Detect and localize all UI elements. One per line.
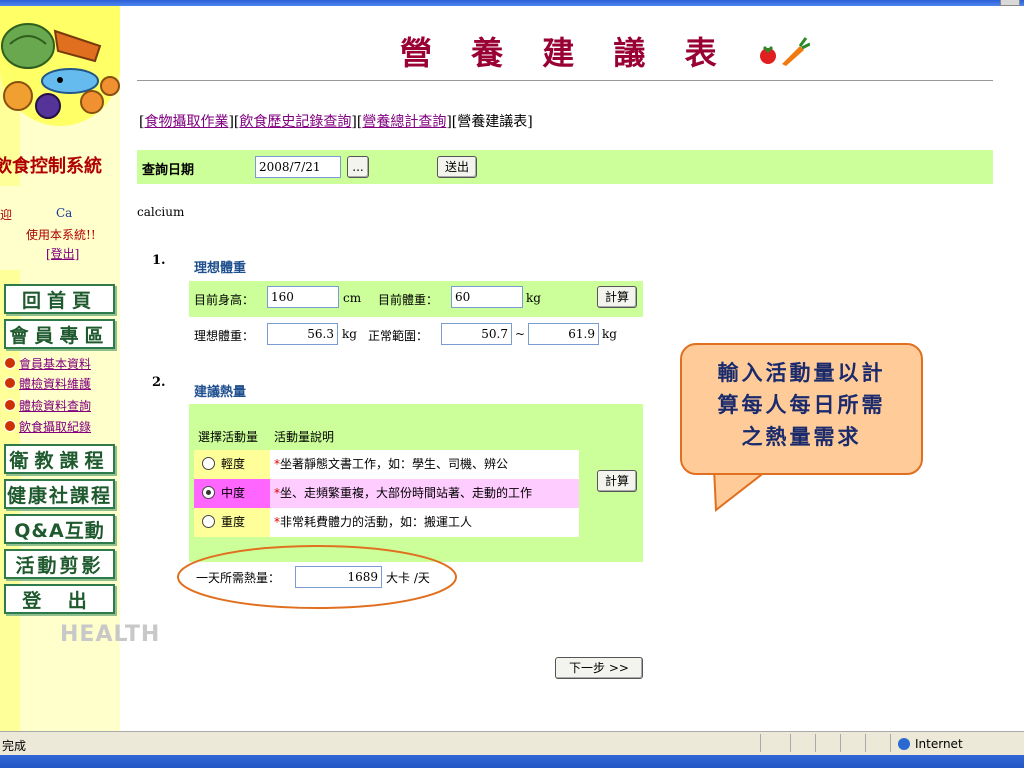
query-date-input[interactable]: 2008/7/21 xyxy=(255,156,341,178)
breadcrumb-nutrition-total[interactable]: 營養總計查詢 xyxy=(362,114,446,130)
nav-member-profile[interactable]: 會員基本資料 xyxy=(4,355,91,372)
height-input[interactable]: 160 xyxy=(267,286,339,308)
health-logo: HEALTH xyxy=(60,622,161,647)
divider xyxy=(137,80,993,81)
zone-label: Internet xyxy=(915,737,963,751)
height-label: 目前身高： xyxy=(194,293,255,307)
welcome-prefix: 迎 xyxy=(0,208,13,222)
activity-level-label: 重度 xyxy=(221,515,246,529)
nav-health-data-maintain[interactable]: 體檢資料維護 xyxy=(4,375,91,392)
range-label: 正常範圍： xyxy=(368,329,429,343)
range-unit: kg xyxy=(602,327,617,341)
window-control-button[interactable] xyxy=(1000,0,1020,6)
nav-activity-photos[interactable]: 活動剪影 xyxy=(4,549,115,579)
activity-description-header: 活動量說明 xyxy=(274,430,335,444)
activity-column-header: 選擇活動量 xyxy=(198,430,259,444)
nav-education-course[interactable]: 衛教課程 xyxy=(4,444,115,474)
weight-label: 目前體重： xyxy=(378,293,439,307)
ideal-weight-panel: 目前身高： 160 cm 目前體重： 60 kg 計算 xyxy=(189,281,643,317)
radio-heavy[interactable] xyxy=(202,515,215,528)
bullet-icon xyxy=(4,357,16,369)
activity-row-moderate[interactable]: 中度 *坐、走頻繁重複，大部份時間站著、走動的工作 xyxy=(194,479,579,508)
ideal-weight-label: 理想體重： xyxy=(194,329,255,343)
weight-unit: kg xyxy=(526,291,541,305)
nav-diet-record[interactable]: 飲食攝取紀錄 xyxy=(4,418,91,435)
activity-row-light[interactable]: 輕度 *坐著靜態文書工作，如：學生、司機、辨公 xyxy=(194,450,579,479)
fruit-icon xyxy=(759,37,811,66)
breadcrumb-food-intake[interactable]: 食物攝取作業 xyxy=(144,114,228,130)
height-unit: cm xyxy=(343,291,362,305)
section2-heading: 建議熱量 xyxy=(194,385,247,400)
range-max-output: 61.9 xyxy=(528,323,599,345)
welcome-box: 迎 Ca 使用本系統!! [登出] xyxy=(0,186,120,270)
nav-qa[interactable]: Q&A互動區 xyxy=(4,514,115,572)
calc-weight-button[interactable]: 計算 xyxy=(597,286,637,308)
status-bar: 完成 Internet xyxy=(0,731,1024,756)
calc-calorie-button[interactable]: 計算 xyxy=(597,470,637,492)
nav-logout[interactable]: 登 出 xyxy=(4,584,115,614)
nav-health-data-query[interactable]: 體檢資料查詢 xyxy=(4,397,91,414)
globe-icon xyxy=(898,738,910,750)
callout-line-2: 算每人每日所需 xyxy=(717,392,886,417)
breadcrumb-current: 營養建議表 xyxy=(457,114,528,130)
activity-row-heavy[interactable]: 重度 *非常耗費體力的活動，如：搬運工人 xyxy=(194,508,579,537)
callout-note: 輸入活動量以計 算每人每日所需 之熱量需求 xyxy=(680,343,923,475)
section1-number: 1. xyxy=(152,253,166,268)
range-min-output: 50.7 xyxy=(441,323,512,345)
callout-line-1: 輸入活動量以計 xyxy=(717,360,886,385)
food-logo xyxy=(0,6,120,126)
section1-heading: 理想體重 xyxy=(194,261,247,276)
user-note: calcium xyxy=(137,205,185,219)
system-title: 飲食控制系統 xyxy=(0,156,102,177)
query-bar: 查詢日期 2008/7/21 ... 送出 xyxy=(137,150,993,184)
radio-moderate[interactable] xyxy=(202,486,215,499)
daily-calorie-label: 一天所需熱量： xyxy=(196,571,281,585)
bullet-icon xyxy=(4,399,16,411)
activity-description: 非常耗費體力的活動，如：搬運工人 xyxy=(280,515,473,529)
daily-calorie-output: 1689 xyxy=(295,566,382,588)
bullet-icon xyxy=(4,420,16,432)
welcome-message: 使用本系統!! xyxy=(26,228,96,242)
submit-button[interactable]: 送出 xyxy=(437,156,477,178)
ideal-weight-output: 56.3 xyxy=(267,323,338,345)
callout-line-3: 之熱量需求 xyxy=(741,424,862,449)
ideal-weight-unit: kg xyxy=(342,327,357,341)
status-text: 完成 xyxy=(2,739,27,753)
activity-level-label: 輕度 xyxy=(221,457,246,471)
section2-number: 2. xyxy=(152,375,166,390)
range-separator: ~ xyxy=(515,327,526,341)
nav-home[interactable]: 回首頁 xyxy=(4,284,115,314)
window-titlebar-edge xyxy=(0,0,1024,6)
logout-link[interactable]: [登出] xyxy=(46,245,79,262)
bullet-icon xyxy=(4,377,16,389)
query-date-label: 查詢日期 xyxy=(142,163,195,178)
date-picker-button[interactable]: ... xyxy=(347,156,369,178)
daily-calorie-unit: 大卡 /天 xyxy=(386,571,430,585)
breadcrumb-diet-history[interactable]: 飲食歷史記錄查詢 xyxy=(239,114,351,130)
activity-level-label: 中度 xyxy=(221,486,246,500)
radio-light[interactable] xyxy=(202,457,215,470)
breadcrumb: [食物攝取作業][飲食歷史記錄查詢][營養總計查詢][營養建議表] xyxy=(139,114,533,130)
next-step-button[interactable]: 下一步 >> xyxy=(555,657,643,679)
nav-health-club[interactable]: 健康社課程 xyxy=(4,479,115,509)
weight-input[interactable]: 60 xyxy=(451,286,523,308)
nav-member-area[interactable]: 會員專區 xyxy=(4,319,115,349)
activity-description: 坐著靜態文書工作，如：學生、司機、辨公 xyxy=(280,457,509,471)
page-title: 營 養 建 議 表 xyxy=(400,28,811,74)
username: Ca xyxy=(56,206,73,220)
activity-description: 坐、走頻繁重複，大部份時間站著、走動的工作 xyxy=(280,486,533,500)
taskbar xyxy=(0,755,1024,768)
